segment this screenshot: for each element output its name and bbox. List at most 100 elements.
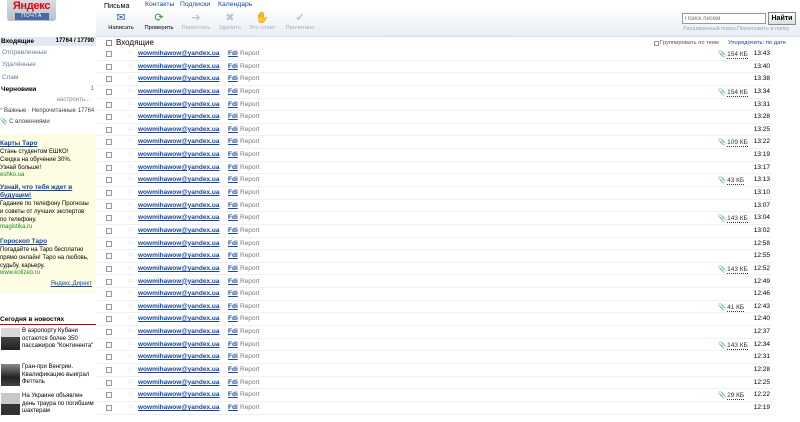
message-checkbox[interactable] [106,63,112,70]
message-row[interactable]: ⚐ wowmihawow@yandex.ua Fdi Report 12:19 [96,402,772,415]
tab-subscriptions[interactable]: Подписки [180,1,210,8]
message-subject[interactable]: Report [240,252,260,259]
flag-icon[interactable]: ⚐ [128,50,133,57]
message-checkbox[interactable] [106,303,112,310]
message-forward-marker[interactable]: Fdi [228,366,238,373]
message-forward-marker[interactable]: Fdi [228,176,238,183]
message-attachment[interactable]: 📎143 КБ [718,265,748,274]
message-forward-marker[interactable]: Fdi [228,202,238,209]
message-row[interactable]: ⚐ wowmihawow@yandex.ua Fdi Report 13:17 [96,162,772,175]
message-row[interactable]: ⚐ wowmihawow@yandex.ua Fdi Report 📎43 КБ 13:1… [96,174,772,187]
message-subject[interactable]: Report [240,315,260,322]
flag-icon[interactable]: ⚐ [128,303,133,310]
message-attachment[interactable]: 📎29 КБ [718,391,745,401]
message-subject[interactable]: Report [240,88,260,95]
flag-icon[interactable]: ⚐ [128,189,133,196]
flag-icon[interactable]: ⚐ [128,113,133,120]
message-row[interactable]: ⚐ wowmihawow@yandex.ua Fdi Report 📎154 КБ 13:… [96,86,772,99]
message-row[interactable]: ⚐ wowmihawow@yandex.ua Fdi Report 12:55 [96,250,772,263]
write-button[interactable]: ✉ Написать [106,13,136,35]
delete-button[interactable]: ✖ Удалить [215,13,245,35]
message-row[interactable]: ⚐ wowmihawow@yandex.ua Fdi Report 13:07 [96,200,772,213]
message-forward-marker[interactable]: Fdi [228,278,238,285]
message-sender[interactable]: wowmihawow@yandex.ua [138,391,219,398]
message-checkbox[interactable] [106,240,112,247]
ad-url[interactable]: magistika.ru [0,224,32,230]
news-text[interactable]: В аэропорту Кубани остаются более 350 па… [22,328,95,351]
message-subject[interactable]: Report [240,353,260,360]
message-subject[interactable]: Report [240,214,260,221]
flag-icon[interactable]: ⚐ [128,315,133,322]
message-row[interactable]: ⚐ wowmihawow@yandex.ua Fdi Report 13:40 [96,61,772,74]
flag-icon[interactable]: ⚐ [128,214,133,221]
flag-icon[interactable]: ⚐ [128,328,133,335]
message-subject[interactable]: Report [240,391,260,398]
message-subject[interactable]: Report [240,303,260,310]
message-row[interactable]: ⚐ wowmihawow@yandex.ua Fdi Report 12:49 [96,276,772,289]
message-checkbox[interactable] [106,101,112,108]
message-attachment[interactable]: 📎143 КБ [718,214,748,224]
message-forward-marker[interactable]: Fdi [228,391,238,398]
message-forward-marker[interactable]: Fdi [228,214,238,221]
flag-icon[interactable]: ⚐ [128,88,133,95]
message-sender[interactable]: wowmihawow@yandex.ua [138,278,219,285]
message-subject[interactable]: Report [240,328,260,335]
message-sender[interactable]: wowmihawow@yandex.ua [138,240,219,247]
message-subject[interactable]: Report [240,265,260,272]
message-row[interactable]: ⚐ wowmihawow@yandex.ua Fdi Report 13:28 [96,111,772,124]
message-subject[interactable]: Report [240,176,260,183]
flag-icon[interactable]: ⚐ [128,404,133,411]
message-sender[interactable]: wowmihawow@yandex.ua [138,138,219,145]
message-sender[interactable]: wowmihawow@yandex.ua [138,214,219,221]
mark-read-button[interactable]: ✔ Прочитано [285,13,315,35]
message-checkbox[interactable] [106,76,112,83]
group-by-thread-checkbox[interactable] [654,41,659,46]
flag-icon[interactable]: ⚐ [128,379,133,386]
message-checkbox[interactable] [106,265,112,272]
message-checkbox[interactable] [106,316,112,323]
advanced-search-link[interactable]: Расширенный поиск [683,26,736,32]
folder-spam[interactable]: Спам [2,74,18,81]
message-row[interactable]: ⚐ wowmihawow@yandex.ua Fdi Report 12:25 [96,377,772,390]
message-forward-marker[interactable]: Fdi [228,252,238,259]
attachment-size[interactable]: 143 КБ [727,265,748,274]
message-forward-marker[interactable]: Fdi [228,138,238,145]
message-attachment[interactable]: 📎154 КБ [718,88,748,97]
flag-icon[interactable]: ⚐ [128,240,133,247]
ad-url[interactable]: www.kolizeo.ru [0,270,40,276]
message-row[interactable]: ⚐ wowmihawow@yandex.ua Fdi Report 📎143 КБ 12:… [96,339,772,352]
message-sender[interactable]: wowmihawow@yandex.ua [138,88,219,95]
flag-icon[interactable]: ⚐ [128,126,133,133]
check-mail-button[interactable]: ⟳ Проверить [144,13,174,35]
message-row[interactable]: ⚐ wowmihawow@yandex.ua Fdi Report 13:25 [96,124,772,137]
message-forward-marker[interactable]: Fdi [228,113,238,120]
message-sender[interactable]: wowmihawow@yandex.ua [138,328,219,335]
attachment-size[interactable]: 109 КБ [727,139,748,148]
message-subject[interactable]: Report [240,379,260,386]
message-row[interactable]: ⚐ wowmihawow@yandex.ua Fdi Report 📎154 КБ 13:… [96,48,772,61]
attachments-filter[interactable]: 📎 С вложениями [0,118,50,125]
message-subject[interactable]: Report [240,63,260,70]
folder-deleted[interactable]: Удалённые [2,61,36,68]
flag-icon[interactable]: ⚐ [128,138,133,145]
flag-icon[interactable]: ⚐ [128,101,133,108]
search-input[interactable] [682,13,766,24]
message-subject[interactable]: Report [240,366,260,373]
message-row[interactable]: ⚐ wowmihawow@yandex.ua Fdi Report 📎109 КБ 13:… [96,136,772,150]
message-checkbox[interactable] [106,202,112,209]
message-row[interactable]: ⚐ wowmihawow@yandex.ua Fdi Report 📎143 КБ 13:… [96,212,772,225]
news-text[interactable]: Гран-при Венгрии. Квалификацию выиграл Ф… [22,364,95,387]
flag-icon[interactable]: ⚐ [128,353,133,360]
message-checkbox[interactable] [106,227,112,234]
attachment-size[interactable]: 143 КБ [727,341,748,350]
attachment-size[interactable]: 154 КБ [727,88,748,97]
folder-inbox[interactable]: Входящие 17764 / 17790 [0,37,96,46]
message-attachment[interactable]: 📎109 КБ [718,138,748,148]
message-sender[interactable]: wowmihawow@yandex.ua [138,189,219,196]
flag-icon[interactable]: ⚐ [128,366,133,373]
message-checkbox[interactable] [106,367,112,373]
search-button[interactable]: Найти [768,12,796,25]
message-row[interactable]: ⚐ wowmihawow@yandex.ua Fdi Report 13:19 [96,149,772,162]
folder-drafts[interactable]: Черновики [1,86,36,93]
message-forward-marker[interactable]: Fdi [228,88,238,95]
